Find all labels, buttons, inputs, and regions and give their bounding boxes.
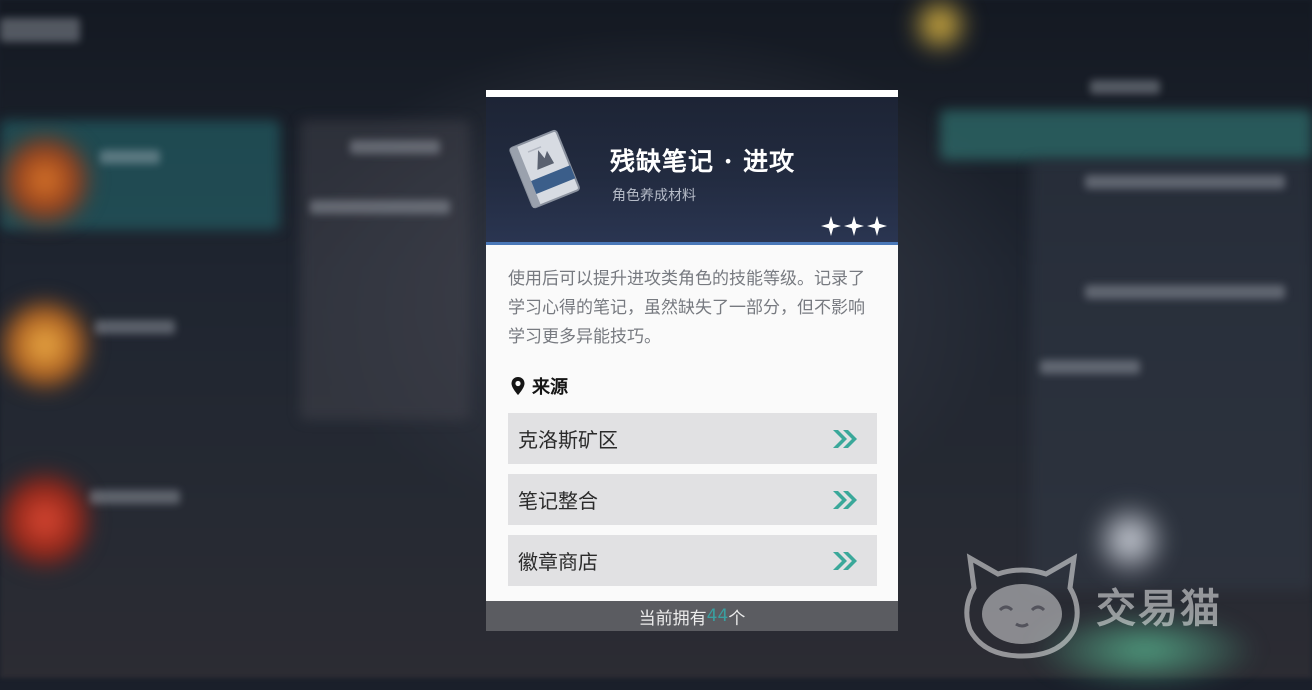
star-icon <box>844 216 864 236</box>
source-entry-label: 笔记整合 <box>518 489 598 513</box>
double-chevron-right-icon <box>833 490 857 509</box>
background-avatar <box>0 135 90 225</box>
watermark-text: 交易猫 <box>1096 586 1222 632</box>
background-text <box>350 140 440 154</box>
item-detail-dialog: 残缺笔记 · 进攻 角色养成材料 使用后可以提升进攻类角色的技能等级。记录了学习… <box>486 90 898 631</box>
source-entry-mine[interactable]: 克洛斯矿区 <box>508 413 877 464</box>
source-entry-label: 克洛斯矿区 <box>518 428 618 452</box>
background-text <box>0 18 80 42</box>
location-pin-icon <box>511 377 525 395</box>
background-avatar <box>0 470 90 570</box>
cat-logo-icon <box>964 553 1080 659</box>
watermark: 交易猫 <box>960 552 1300 662</box>
source-heading: 来源 <box>510 373 898 399</box>
owned-count-suffix: 个 <box>728 608 746 629</box>
source-list: 克洛斯矿区 笔记整合 徽章商店 <box>508 413 877 586</box>
item-category: 角色养成材料 <box>612 188 696 204</box>
background-text <box>1090 80 1160 94</box>
star-icon <box>821 216 841 236</box>
double-chevron-right-icon <box>833 429 857 448</box>
background-text <box>310 200 450 214</box>
item-name: 残缺笔记 · 进攻 <box>610 147 796 176</box>
double-chevron-right-icon <box>833 551 857 570</box>
background-text <box>1085 285 1285 299</box>
rarity-stars <box>820 215 888 237</box>
background-text <box>1085 175 1285 189</box>
source-entry-label: 徽章商店 <box>518 550 598 574</box>
note-book-icon <box>509 129 580 209</box>
item-header: 残缺笔记 · 进攻 角色养成材料 <box>486 97 898 245</box>
source-entry-badge-shop[interactable]: 徽章商店 <box>508 535 877 586</box>
background-panel <box>940 110 1312 160</box>
source-entry-note-merge[interactable]: 笔记整合 <box>508 474 877 525</box>
star-icon <box>867 216 887 236</box>
owned-count-prefix: 当前拥有 <box>638 608 707 629</box>
owned-count-value: 44 <box>706 606 729 626</box>
background-text <box>95 320 175 334</box>
background-panel <box>300 120 470 420</box>
background-text <box>90 490 180 504</box>
source-title: 来源 <box>532 377 568 398</box>
background-text <box>1040 360 1140 374</box>
item-description: 使用后可以提升进攻类角色的技能等级。记录了学习心得的笔记，虽然缺失了一部分，但不… <box>508 269 865 347</box>
background-panel <box>1030 160 1312 590</box>
background-text <box>100 150 160 164</box>
background-avatar <box>0 300 90 390</box>
dialog-top-edge <box>486 90 898 97</box>
owned-count-bar: 当前拥有 44 个 <box>486 601 898 631</box>
